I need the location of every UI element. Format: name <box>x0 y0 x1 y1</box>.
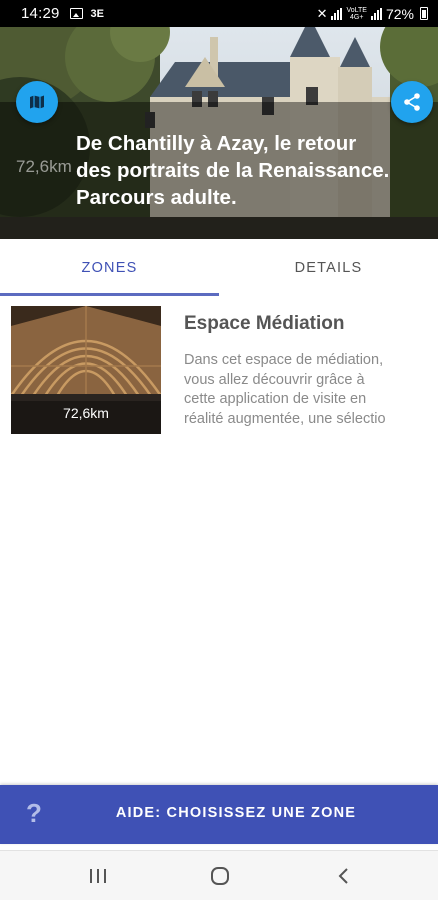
volte-icon: VoLTE 4G+ <box>346 6 367 21</box>
battery-icon <box>420 7 428 20</box>
tab-zones[interactable]: ZONES <box>0 239 219 296</box>
map-button[interactable] <box>16 81 58 123</box>
zone-thumbnail: 72,6km <box>11 306 161 434</box>
hero-header: 72,6km De Chantilly à Azay, le retour de… <box>0 27 438 239</box>
app-notification-icon: 3E <box>90 7 105 20</box>
map-icon <box>30 95 44 109</box>
zone-distance: 72,6km <box>63 405 109 421</box>
help-label: AIDE: CHOISISSEZ UNE ZONE <box>115 805 357 821</box>
tab-bar: ZONES DETAILS <box>0 239 438 296</box>
zone-list-item[interactable]: 72,6km Espace Médiation Dans cet espace … <box>11 306 431 434</box>
signal-2-icon <box>370 7 382 20</box>
app-screen: 14:29 3E ✕ VoLTE 4G+ 72% 72,6km De Chant… <box>0 0 438 900</box>
zone-description: Dans cet espace de médiation, vous allez… <box>184 352 386 427</box>
battery-percent: 72% <box>385 5 414 22</box>
share-button[interactable] <box>391 81 433 123</box>
status-bar: 14:29 3E ✕ VoLTE 4G+ 72% <box>0 0 438 27</box>
status-time: 14:29 <box>21 5 60 22</box>
system-nav-bar <box>0 850 438 900</box>
recents-button[interactable] <box>68 851 128 900</box>
recents-icon <box>90 869 106 883</box>
home-icon <box>211 867 229 885</box>
zone-title: Espace Médiation <box>184 313 345 334</box>
help-button[interactable]: ? AIDE: CHOISISSEZ UNE ZONE <box>0 785 438 844</box>
hero-distance: 72,6km <box>16 157 72 176</box>
back-button[interactable] <box>313 851 373 900</box>
home-button[interactable] <box>190 851 250 900</box>
back-icon <box>338 868 348 884</box>
tab-indicator <box>0 293 219 296</box>
signal-icon <box>331 7 343 20</box>
page-title: De Chantilly à Azay, le retour des portr… <box>76 132 390 209</box>
share-icon <box>404 93 420 111</box>
tab-details[interactable]: DETAILS <box>219 239 438 296</box>
gallery-notification-icon <box>69 8 83 19</box>
mute-icon: ✕ <box>316 5 328 21</box>
